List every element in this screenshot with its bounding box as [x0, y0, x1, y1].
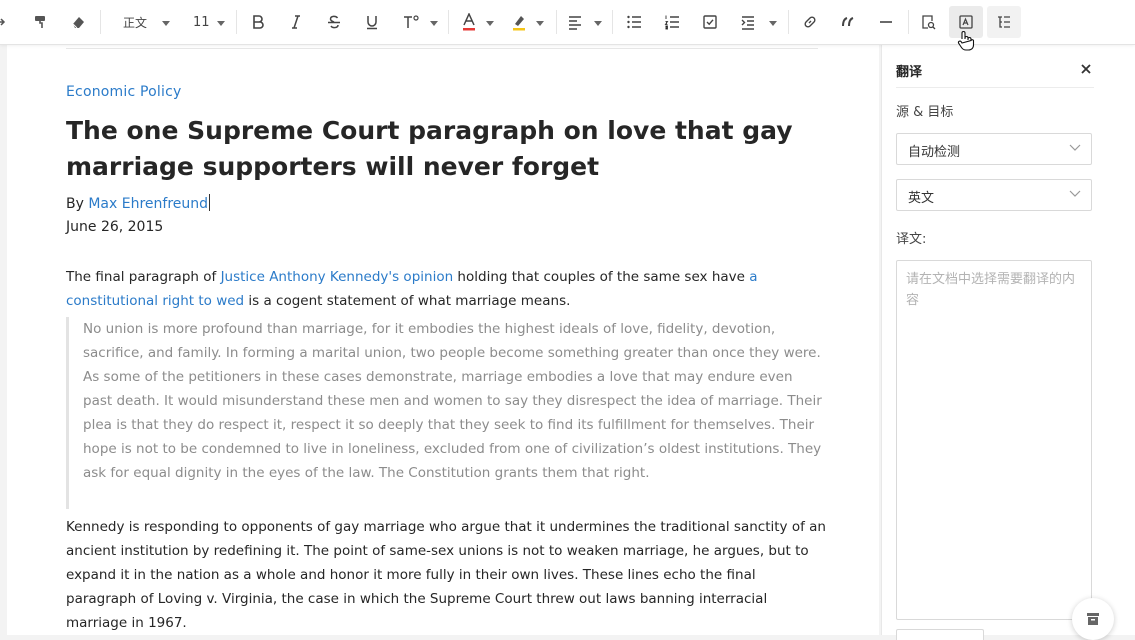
intro-text: The final paragraph of	[66, 269, 221, 285]
bulleted-list-icon	[627, 15, 641, 29]
format-painter-icon	[35, 16, 45, 28]
strikethrough-icon	[328, 15, 340, 29]
intro-paragraph: The final paragraph of Justice Anthony K…	[66, 265, 826, 313]
outline-button[interactable]	[987, 6, 1021, 38]
target-language-select[interactable]: 英文	[896, 179, 1092, 211]
quote-icon	[842, 17, 854, 27]
chevron-down-icon	[217, 21, 225, 26]
superscript-select[interactable]	[394, 6, 442, 38]
italic-button[interactable]	[280, 6, 312, 38]
translation-label: 译文:	[896, 232, 927, 247]
chevron-down-icon	[1069, 190, 1081, 197]
font-size-value: 11	[193, 14, 210, 30]
highlighter-icon	[513, 16, 525, 31]
text-cursor	[209, 194, 211, 211]
paragraph-style-value: 正文	[123, 15, 148, 30]
floating-action-button[interactable]	[1072, 598, 1114, 640]
bold-icon	[253, 15, 264, 29]
hand-cursor-icon	[957, 31, 975, 51]
task-list-button[interactable]	[694, 6, 726, 38]
strikethrough-button[interactable]	[318, 6, 350, 38]
chevron-down-icon	[1069, 144, 1081, 151]
intro-text: holding that couples of the same sex hav…	[453, 269, 750, 285]
article-date: June 26, 2015	[66, 219, 164, 235]
highlight-color-select[interactable]	[504, 6, 550, 38]
bold-button[interactable]	[242, 6, 274, 38]
close-icon[interactable]	[1078, 61, 1094, 77]
underline-button[interactable]	[356, 6, 388, 38]
archive-icon	[1087, 613, 1099, 625]
panel-divider	[896, 87, 1094, 88]
paragraph-style-select[interactable]: 正文	[116, 6, 176, 38]
horizontal-rule-button[interactable]	[870, 6, 902, 38]
document-page[interactable]: Economic Policy The one Supreme Court pa…	[7, 44, 879, 635]
body-paragraph: Kennedy is responding to opponents of ga…	[66, 519, 826, 631]
source-language-select[interactable]: 自动检测	[896, 133, 1092, 165]
target-language-value: 英文	[908, 191, 935, 206]
divider	[66, 48, 818, 49]
link-icon	[804, 16, 816, 28]
superscript-icon	[404, 15, 419, 28]
chevron-down-icon	[536, 21, 544, 26]
toolbar-divider	[556, 10, 557, 34]
toolbar-divider	[788, 10, 789, 34]
author-link[interactable]: Max Ehrenfreund	[88, 196, 208, 212]
document-search-button[interactable]	[912, 6, 944, 38]
translation-output[interactable]: 请在文档中选择需要翻译的内容	[896, 260, 1092, 620]
chevron-down-icon	[430, 21, 438, 26]
font-size-select[interactable]: 11	[186, 6, 228, 38]
horizontal-rule-icon	[880, 21, 892, 23]
underline-icon	[367, 16, 377, 30]
blockquote: No union is more profound than marriage,…	[66, 317, 829, 509]
article-category[interactable]: Economic Policy	[66, 84, 182, 100]
toolbar-divider	[448, 10, 449, 34]
source-language-value: 自动检测	[908, 145, 961, 160]
indent-icon	[741, 16, 754, 30]
chevron-down-icon	[594, 21, 602, 26]
indent-select[interactable]	[732, 6, 782, 38]
eraser-icon	[72, 17, 84, 29]
insert-link-button[interactable]	[794, 6, 826, 38]
numbered-list-icon	[664, 15, 679, 30]
numbered-list-button[interactable]	[656, 6, 688, 38]
translate-icon	[959, 15, 973, 29]
byline-prefix: By	[66, 196, 89, 212]
translate-panel: 翻译 源 & 目标 自动检测 英文 译文: 请在文档中选择需要翻译的内容	[881, 44, 1135, 640]
source-target-label: 源 & 目标	[896, 105, 954, 120]
translation-placeholder: 请在文档中选择需要翻译的内容	[906, 272, 1076, 308]
toolbar-divider	[236, 10, 237, 34]
document-search-icon	[922, 15, 936, 30]
bulleted-list-button[interactable]	[618, 6, 650, 38]
byline: By Max Ehrenfreund	[66, 194, 211, 212]
toolbar-divider	[612, 10, 613, 34]
intro-text: is a cogent statement of what marriage m…	[244, 293, 571, 309]
chevron-down-icon	[486, 21, 494, 26]
format-painter-button[interactable]	[24, 6, 56, 38]
redo-button[interactable]	[0, 6, 10, 38]
blockquote-button[interactable]	[832, 6, 864, 38]
outline-icon	[998, 16, 1010, 28]
clear-format-button[interactable]	[62, 6, 94, 38]
checkbox-icon	[703, 15, 717, 29]
redo-icon	[0, 18, 6, 26]
article-title: The one Supreme Court paragraph on love …	[66, 116, 793, 181]
align-select[interactable]	[560, 6, 606, 38]
align-left-icon	[569, 16, 581, 30]
panel-title: 翻译	[896, 65, 923, 80]
chevron-down-icon	[162, 21, 170, 26]
italic-icon	[292, 15, 300, 29]
chevron-down-icon	[769, 21, 777, 26]
opinion-link[interactable]: Justice Anthony Kennedy's opinion	[221, 269, 454, 285]
quote-text: No union is more profound than marriage,…	[83, 321, 822, 481]
toolbar-divider	[908, 10, 909, 34]
toolbar-divider	[100, 10, 101, 34]
font-color-select[interactable]	[454, 6, 500, 38]
font-color-icon	[463, 13, 475, 31]
